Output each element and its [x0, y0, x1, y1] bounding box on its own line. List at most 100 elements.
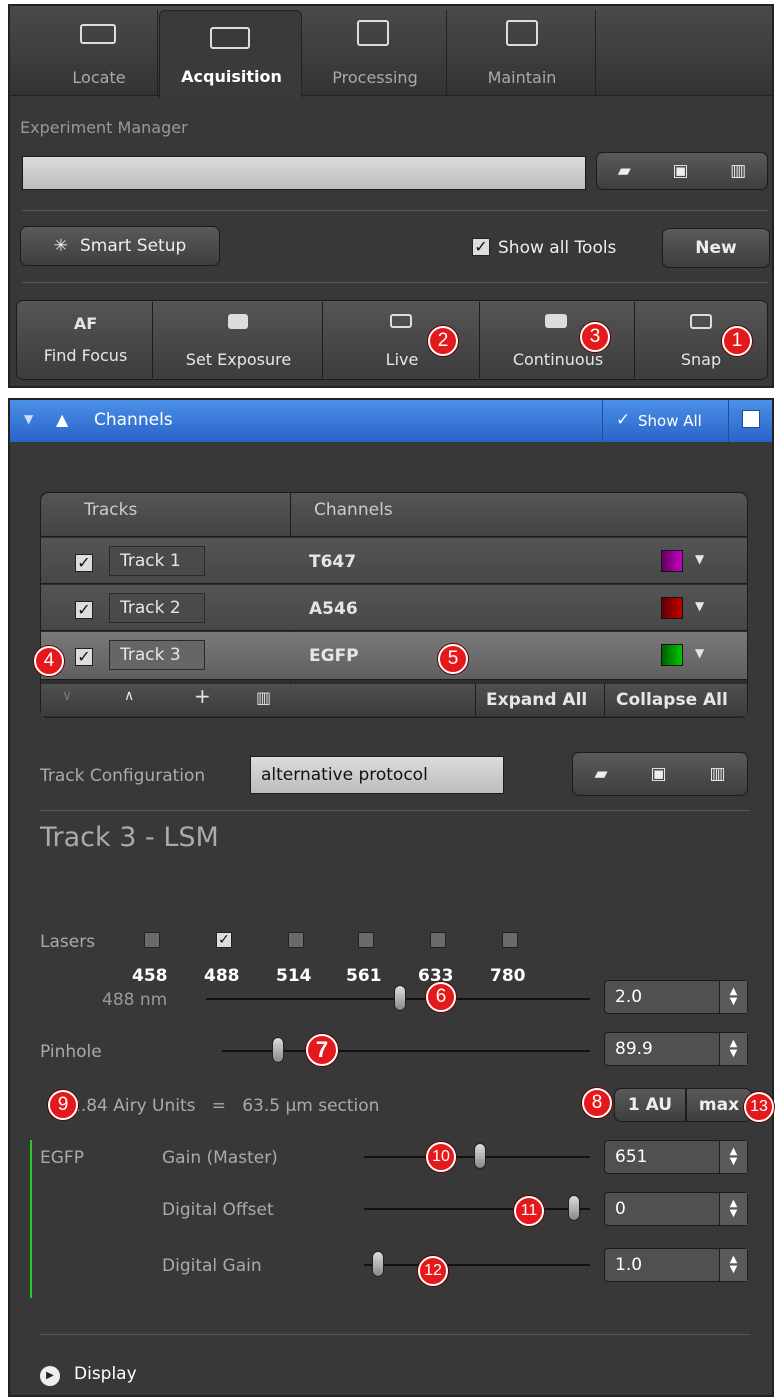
track-checkbox[interactable]: ✓	[75, 601, 93, 619]
divider	[22, 210, 768, 211]
show-all-toggle[interactable]: Show All	[638, 412, 702, 430]
laser-checkbox-561[interactable]	[358, 932, 374, 948]
tab-locate[interactable]: Locate	[40, 10, 158, 96]
channel-name: A546	[309, 599, 358, 619]
callout-badge: 9	[48, 1090, 78, 1120]
maintain-icon	[506, 20, 538, 46]
table-row[interactable]: ✓ Track 1 T647 ▼	[41, 538, 747, 584]
laser-488-value[interactable]: 2.0 ▲ ▼	[604, 980, 748, 1014]
laser-wavelength-label: 561	[346, 966, 382, 986]
one-au-button[interactable]: 1 AU	[614, 1088, 686, 1122]
offset-value[interactable]: 0 ▲ ▼	[604, 1192, 748, 1226]
header-tracks: Tracks	[84, 500, 138, 520]
continuous-button[interactable]: Continuous	[481, 302, 635, 378]
camera-icon	[228, 314, 248, 329]
popout-icon[interactable]	[742, 410, 760, 428]
laser-checkbox-780[interactable]	[502, 932, 518, 948]
save-icon: ▣	[672, 161, 689, 181]
channel-name: EGFP	[309, 646, 359, 666]
collapse-all-button[interactable]: Collapse All	[616, 690, 728, 710]
add-track-icon[interactable]: +	[194, 684, 211, 708]
display-section[interactable]: Display	[74, 1364, 137, 1384]
folder-icon: ▰	[617, 161, 631, 181]
offset-slider-knob[interactable]	[568, 1195, 580, 1221]
table-row-selected[interactable]: ✓ Track 3 EGFP ▼	[41, 632, 747, 680]
digital-offset-label: Digital Offset	[162, 1200, 274, 1220]
color-swatch[interactable]	[661, 597, 683, 619]
pinhole-label: Pinhole	[40, 1042, 102, 1062]
laser-488-slider-knob[interactable]	[394, 985, 406, 1011]
track-name: Track 1	[109, 546, 205, 576]
save-icon: ▣	[650, 764, 667, 784]
move-up-icon[interactable]: ∧	[124, 688, 134, 704]
laser-wavelength-label: 488	[204, 966, 240, 986]
divider	[604, 684, 605, 716]
callout-badge: 3	[580, 322, 610, 352]
laser-wavelength-label: 458	[132, 966, 168, 986]
divider	[40, 810, 750, 811]
stepper-icon[interactable]: ▲ ▼	[719, 1249, 747, 1281]
divider	[728, 400, 729, 442]
laser-checkbox-514[interactable]	[288, 932, 304, 948]
gain-slider-knob[interactable]	[474, 1143, 486, 1169]
tab-maintain[interactable]: Maintain	[448, 10, 596, 96]
expand-display-icon[interactable]: ▶	[40, 1366, 60, 1386]
offset-slider-track[interactable]	[364, 1208, 590, 1210]
set-exposure-button[interactable]: Set Exposure	[154, 302, 323, 378]
gain-value[interactable]: 651 ▲ ▼	[604, 1140, 748, 1174]
callout-badge: 4	[34, 646, 64, 676]
open-experiment-button[interactable]: ▰ ▣ ▥	[596, 152, 768, 190]
experiment-input[interactable]	[22, 156, 586, 190]
show-all-check-icon: ✓	[616, 410, 631, 430]
smart-setup-button[interactable]: ✳ Smart Setup	[20, 226, 220, 266]
stepper-icon[interactable]: ▲ ▼	[719, 1033, 747, 1065]
table-header	[41, 493, 747, 537]
callout-badge: 10	[426, 1142, 456, 1172]
folder-icon: ▰	[594, 764, 608, 784]
acquisition-panel: Locate Acquisition Processing Maintain E…	[8, 4, 774, 388]
expand-all-button[interactable]: Expand All	[486, 690, 587, 710]
dropdown-arrow-icon[interactable]: ▼	[695, 599, 704, 613]
tab-processing[interactable]: Processing	[303, 10, 447, 96]
egfp-label: EGFP	[40, 1148, 84, 1168]
table-row[interactable]: ✓ Track 2 A546 ▼	[41, 585, 747, 631]
laser-checkbox-458[interactable]	[144, 932, 160, 948]
digital-gain-value[interactable]: 1.0 ▲ ▼	[604, 1248, 748, 1282]
track-config-actions[interactable]: ▰ ▣ ▥	[572, 752, 748, 796]
color-swatch[interactable]	[661, 644, 683, 666]
laser-checkbox-633[interactable]	[430, 932, 446, 948]
track-title: Track 3 - LSM	[40, 822, 219, 853]
pinhole-slider-knob[interactable]	[272, 1037, 284, 1063]
airy-units-text: 2.84 Airy Units = 63.5 µm section	[70, 1096, 380, 1116]
channels-header[interactable]: ▼ ▲ Channels ✓ Show All	[10, 400, 772, 442]
new-button[interactable]: New	[662, 228, 770, 268]
move-down-icon[interactable]: ∨	[62, 688, 72, 704]
divider	[475, 684, 476, 716]
stepper-icon[interactable]: ▲ ▼	[719, 981, 747, 1013]
callout-badge: 13	[744, 1092, 774, 1122]
tab-label: Maintain	[487, 68, 557, 87]
stepper-icon[interactable]: ▲ ▼	[719, 1141, 747, 1173]
tab-acquisition[interactable]: Acquisition	[159, 10, 302, 98]
show-all-tools-checkbox[interactable]: ✓	[472, 238, 490, 256]
trash-icon: ▥	[730, 161, 747, 181]
divider	[40, 1334, 750, 1335]
find-focus-button[interactable]: AF Find Focus	[18, 302, 153, 378]
track-checkbox[interactable]: ✓	[75, 554, 93, 572]
processing-icon	[357, 20, 389, 46]
video-icon	[390, 314, 412, 328]
laser-wavelength-label: 514	[276, 966, 312, 986]
digital-gain-slider-track[interactable]	[364, 1264, 590, 1266]
track-checkbox[interactable]: ✓	[75, 648, 93, 666]
digital-gain-slider-knob[interactable]	[372, 1251, 384, 1277]
dropdown-arrow-icon[interactable]: ▼	[695, 646, 704, 660]
stepper-icon[interactable]: ▲ ▼	[719, 1193, 747, 1225]
delete-track-icon[interactable]: ▥	[256, 688, 271, 707]
tab-label: Locate	[72, 68, 126, 87]
pinhole-value[interactable]: 89.9 ▲ ▼	[604, 1032, 748, 1066]
dropdown-arrow-icon[interactable]: ▼	[695, 552, 704, 566]
laser-checkbox-488[interactable]: ✓	[216, 932, 232, 948]
track-config-input[interactable]: alternative protocol	[250, 756, 504, 794]
max-button[interactable]: max	[686, 1088, 752, 1122]
color-swatch[interactable]	[661, 550, 683, 572]
